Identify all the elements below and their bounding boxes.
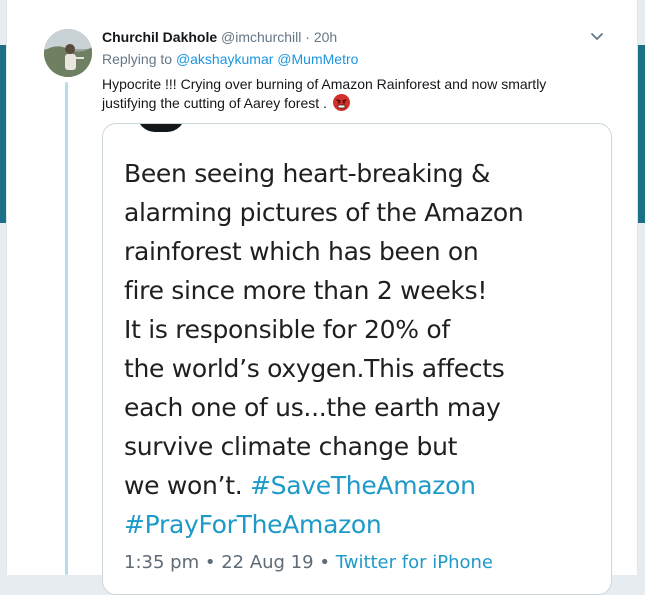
user-handle[interactable]: @imchurchill [221, 29, 301, 45]
background-band-right [637, 45, 645, 223]
mention-link[interactable]: @MumMetro [277, 51, 358, 67]
chevron-down-icon[interactable] [587, 26, 607, 46]
image-text-line: rainforest which has been on [124, 237, 479, 266]
tweet-panel: Churchil Dakhole @imchurchill · 20h Repl… [6, 0, 638, 595]
image-text-line: alarming pictures of the Amazon [124, 198, 524, 227]
tweet-header: Churchil Dakhole @imchurchill · 20h [102, 29, 337, 45]
image-text-line: fire since more than 2 weeks! [124, 276, 488, 305]
hashtag-save-the-amazon: #SaveTheAmazon [250, 471, 476, 500]
image-text-line: each one of us...the earth may [124, 393, 501, 422]
image-text-line: survive climate change but [124, 432, 458, 461]
image-text-line-last: we won’t. #SaveTheAmazon [124, 466, 604, 505]
image-timestamp: 1:35 pm [124, 552, 200, 573]
avatar-photo [44, 29, 92, 77]
image-meta-separator: • [319, 552, 330, 573]
image-top-fragment [137, 124, 185, 132]
image-text-line: Been seeing heart-breaking & [124, 159, 491, 188]
replying-to-line: Replying to @akshaykumar @MumMetro [102, 51, 358, 67]
image-text-line: the world’s oxygen.This affects [124, 354, 505, 383]
tweet-text: Hypocrite !!! Crying over burning of Ama… [102, 75, 572, 113]
tweet-text-line: justifying the cutting of Aarey forest . [102, 95, 327, 111]
thread-line [65, 82, 68, 575]
image-meta-separator: • [204, 552, 216, 573]
display-name[interactable]: Churchil Dakhole [102, 29, 217, 45]
header-separator: · [305, 29, 310, 45]
image-source: Twitter for iPhone [335, 552, 493, 573]
tweet-text-line: Hypocrite !!! Crying over burning of Ama… [102, 76, 547, 92]
replying-to-label: Replying to [102, 51, 173, 67]
tweet-time[interactable]: 20h [314, 29, 337, 45]
image-date: 22 Aug 19 [221, 552, 314, 573]
image-meta-line: 1:35 pm • 22 Aug 19 • Twitter for iPhone [124, 552, 493, 574]
image-text: Been seeing heart-breaking & alarming pi… [124, 154, 604, 544]
embedded-media-card[interactable]: Been seeing heart-breaking & alarming pi… [102, 123, 612, 595]
avatar[interactable] [44, 29, 92, 77]
hashtag-pray-for-the-amazon: #PrayForTheAmazon [124, 510, 382, 539]
image-text-fragment: we won’t. [124, 471, 243, 500]
angry-face-icon [332, 94, 350, 111]
mention-link[interactable]: @akshaykumar [176, 51, 273, 67]
image-text-line: It is responsible for 20% of [124, 315, 450, 344]
